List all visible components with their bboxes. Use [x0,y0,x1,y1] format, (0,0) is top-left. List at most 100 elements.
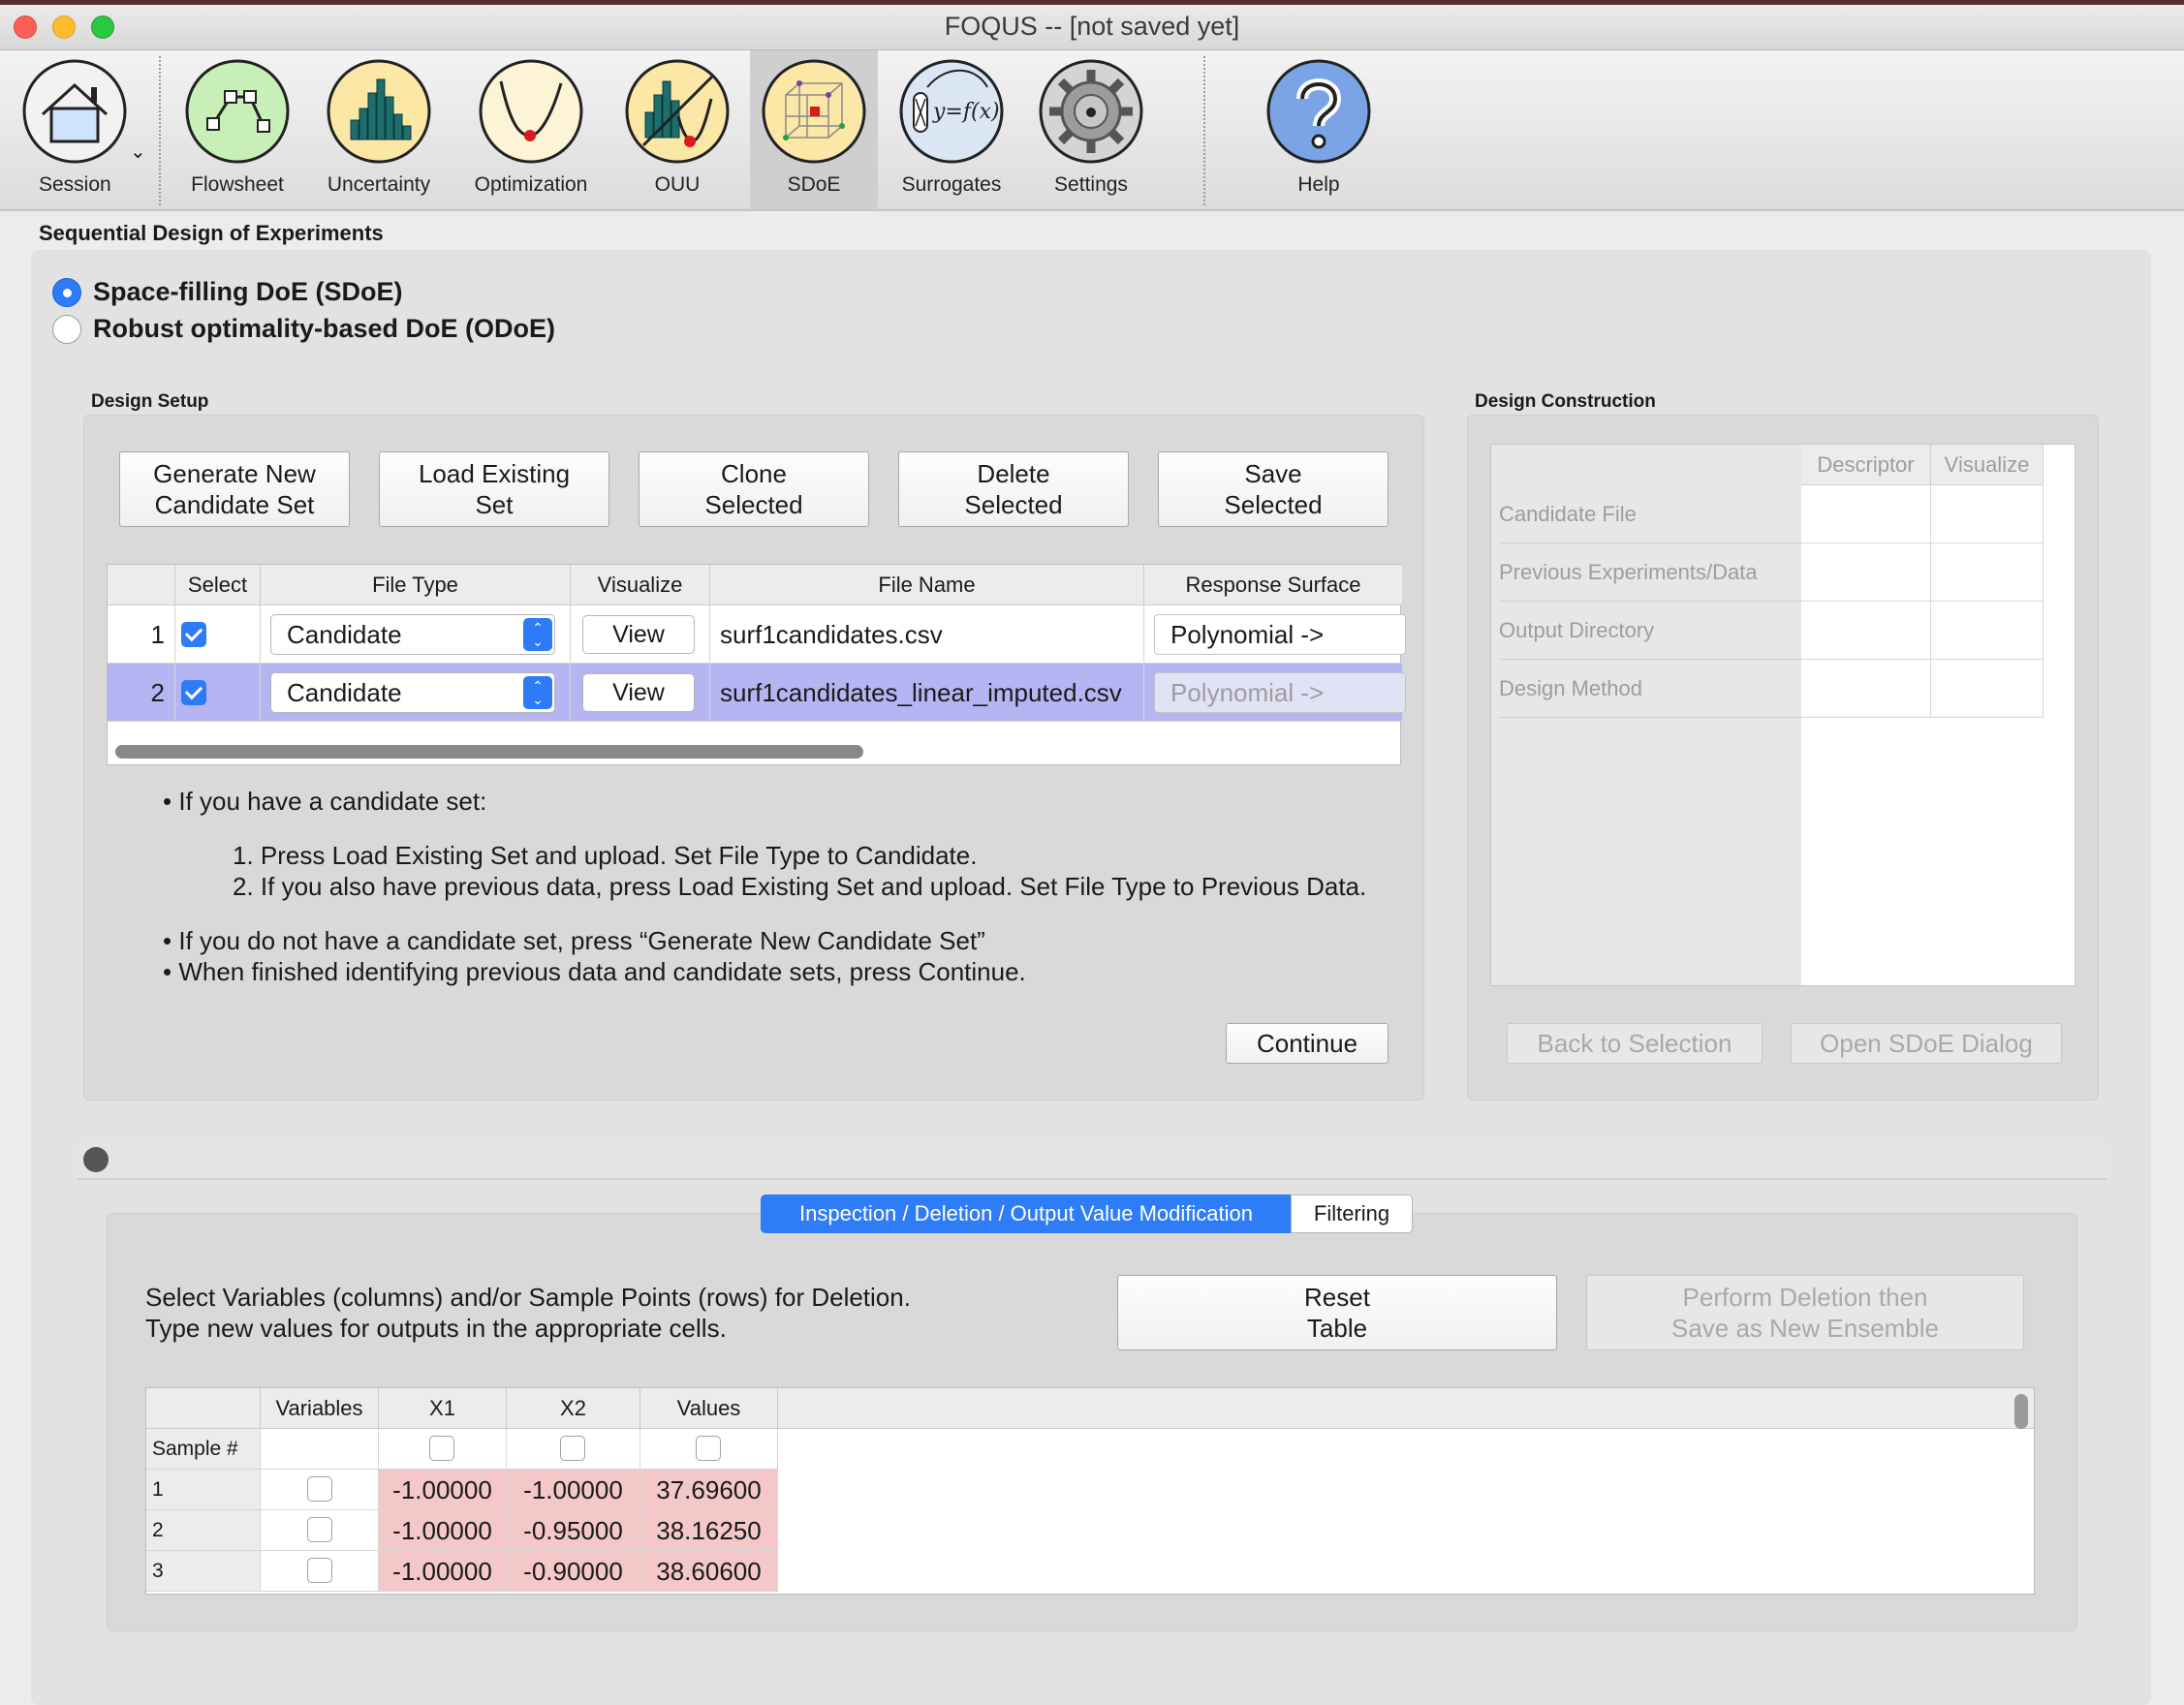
instruction-step: 2. If you also have previous data, press… [233,872,1367,901]
row-delete-checkbox[interactable] [307,1476,332,1502]
load-existing-set-button[interactable]: Load Existing Set [379,451,609,527]
toolbar-label: Help [1297,173,1340,196]
radio-sdoe-indicator[interactable] [52,277,81,307]
toolbar-sdoe-button[interactable]: SDoE [750,50,878,209]
page-title: Sequential Design of Experiments [39,221,384,245]
house-icon [22,59,127,164]
table-cell [1801,602,1931,660]
instruction-bullet: • If you do not have a candidate set, pr… [163,926,985,955]
output-value-cell[interactable]: 38.16250 [640,1510,778,1551]
table-cell [1931,485,2044,543]
main-toolbar: ⌄ Session Flowsheet Uncertainty Optimiza… [0,50,2184,211]
reset-table-button[interactable]: Reset Table [1117,1275,1557,1350]
toolbar-optimization-button[interactable]: Optimization [467,50,595,209]
help-question-icon [1266,59,1371,164]
toolbar-label: OUU [654,173,701,196]
x2-value-cell[interactable]: -0.95000 [507,1510,640,1551]
ouu-icon [625,59,730,164]
delete-selected-button[interactable]: Delete Selected [898,451,1129,527]
row-select-checkbox[interactable] [181,622,206,647]
clone-selected-button[interactable]: Clone Selected [639,451,869,527]
column-header-variables[interactable]: Variables [261,1388,379,1429]
toolbar-ouu-button[interactable]: OUU [624,50,731,209]
tab-filtering[interactable]: Filtering [1291,1194,1413,1233]
view-button[interactable]: View [582,673,695,712]
view-button[interactable]: View [582,615,695,654]
column-header-values[interactable]: Values [640,1388,778,1429]
toolbar-session-button[interactable]: ⌄ Session [12,50,147,209]
column-x1-checkbox[interactable] [429,1436,454,1461]
x1-value-cell[interactable]: -1.00000 [379,1470,507,1510]
title-bar: FOQUS -- [not saved yet] [0,0,2184,50]
back-to-selection-button[interactable]: Back to Selection [1507,1023,1763,1064]
radio-odoe-indicator[interactable] [52,314,81,344]
chevron-up-down-icon: ⌃ ⌄ [523,618,552,651]
column-header-file-type[interactable]: File Type [261,565,571,605]
histogram-icon [327,59,431,164]
toolbar-uncertainty-button[interactable]: Uncertainty [320,50,438,209]
continue-button[interactable]: Continue [1226,1023,1388,1064]
file-type-select[interactable]: Candidate ⌃ ⌄ [270,672,555,713]
window-title: FOQUS -- [not saved yet] [944,12,1240,41]
toolbar-label: Settings [1054,173,1128,196]
open-sdoe-dialog-button[interactable]: Open SDoE Dialog [1791,1023,2062,1064]
radio-odoe-label: Robust optimality-based DoE (ODoE) [93,314,556,343]
sample-number: 3 [146,1551,261,1592]
file-name-cell[interactable]: surf1candidates_linear_imputed.csv [710,664,1144,722]
perform-deletion-button[interactable]: Perform Deletion then Save as New Ensemb… [1586,1275,2024,1350]
x2-value-cell[interactable]: -0.90000 [507,1551,640,1592]
select-cell [175,605,261,664]
horizontal-scrollbar[interactable] [115,745,863,759]
panel-splitter[interactable] [78,1141,2106,1180]
instruction-bullet: • If you have a candidate set: [163,787,487,816]
toolbar-surrogates-button[interactable]: y=f(x) Surrogates [893,50,1010,209]
radio-odoe[interactable]: Robust optimality-based DoE (ODoE) [52,314,555,344]
toolbar-settings-button[interactable]: Settings [1033,50,1149,209]
row-delete-checkbox[interactable] [307,1517,332,1542]
column-header-response-surface[interactable]: Response Surface [1144,565,1402,605]
undock-icon[interactable] [83,1147,109,1172]
radio-sdoe[interactable]: Space-filling DoE (SDoE) [52,277,403,307]
output-value-cell[interactable]: 38.60600 [640,1551,778,1592]
candidate-files-table: Select File Type Visualize File Name Res… [107,564,1406,765]
surrogate-function-icon: y=f(x) [899,59,1004,164]
output-value-cell[interactable]: 37.69600 [640,1470,778,1510]
file-name-cell[interactable]: surf1candidates.csv [710,605,1144,664]
column-header-x2[interactable]: X2 [507,1388,640,1429]
table-cell [507,1429,640,1470]
desktop-strip [0,0,2184,5]
row-label-previous-data: Previous Experiments/Data [1499,543,1801,602]
save-selected-button[interactable]: Save Selected [1158,451,1388,527]
radio-sdoe-label: Space-filling DoE (SDoE) [93,277,403,306]
toolbar-flowsheet-button[interactable]: Flowsheet [184,50,291,209]
response-surface-button[interactable]: Polynomial -> [1154,614,1406,655]
toolbar-label: Surrogates [901,173,1002,196]
column-header-select[interactable]: Select [175,565,261,605]
response-surface-button[interactable]: Polynomial -> [1154,672,1406,713]
vertical-scrollbar[interactable] [2014,1394,2028,1429]
x1-value-cell[interactable]: -1.00000 [379,1551,507,1592]
generate-candidate-set-button[interactable]: Generate New Candidate Set [119,451,350,527]
toolbar-help-button[interactable]: Help [1265,50,1372,209]
column-x2-checkbox[interactable] [560,1436,585,1461]
toolbar-label: Flowsheet [191,173,284,196]
table-cell [1801,543,1931,602]
file-type-select[interactable]: Candidate ⌃ ⌄ [270,614,555,655]
column-header-file-name[interactable]: File Name [710,565,1144,605]
column-values-checkbox[interactable] [696,1436,721,1461]
row-label-design-method: Design Method [1499,660,1801,718]
column-header-x1[interactable]: X1 [379,1388,507,1429]
visualize-cell: View [571,664,710,722]
table-cell [261,1429,379,1470]
file-type-cell: Candidate ⌃ ⌄ [261,605,571,664]
row-select-checkbox[interactable] [181,680,206,705]
tab-inspection-deletion[interactable]: Inspection / Deletion / Output Value Mod… [761,1194,1292,1233]
session-dropdown-chevron-icon[interactable]: ⌄ [130,140,146,164]
row-delete-checkbox[interactable] [307,1558,332,1583]
table-cell [1931,660,2044,718]
table-cell [1931,602,2044,660]
sample-number: 1 [146,1470,261,1510]
x1-value-cell[interactable]: -1.00000 [379,1510,507,1551]
column-header-visualize[interactable]: Visualize [571,565,710,605]
x2-value-cell[interactable]: -1.00000 [507,1470,640,1510]
